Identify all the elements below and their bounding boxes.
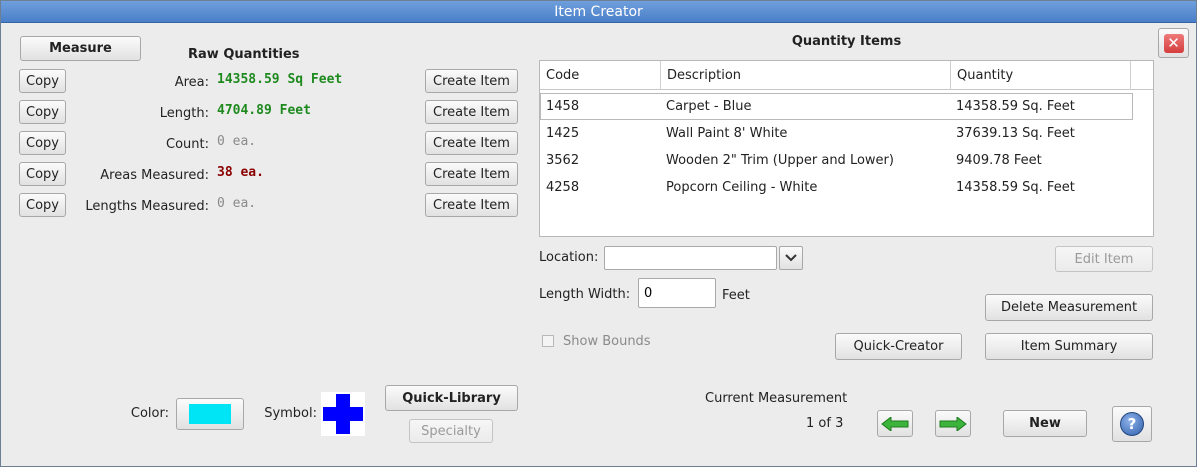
table-cell-code: 1425 bbox=[546, 126, 580, 141]
location-label: Location: bbox=[539, 250, 599, 265]
raw-quantity-label: Area: bbox=[174, 75, 209, 90]
table-row[interactable]: 3562 Wooden 2" Trim (Upper and Lower) 9409… bbox=[540, 147, 1153, 174]
table-cell-qty: 14358.59 Sq. Feet bbox=[956, 99, 1075, 114]
raw-quantity-value: 0 ea. bbox=[217, 134, 257, 149]
table-cell-code: 4258 bbox=[546, 180, 580, 195]
table-cell-desc: Wall Paint 8' White bbox=[666, 126, 788, 141]
table-header: Code Description Quantity bbox=[540, 61, 1153, 90]
length-width-label: Length Width: bbox=[539, 287, 631, 302]
quick-library-button[interactable]: Quick-Library bbox=[385, 385, 518, 411]
color-label: Color: bbox=[130, 406, 169, 421]
table-cell-desc: Carpet - Blue bbox=[666, 99, 752, 114]
item-creator-window: Item Creator ✕ Measure Raw Quantities Co… bbox=[0, 0, 1197, 467]
new-measurement-button[interactable]: New bbox=[1003, 410, 1087, 437]
specialty-button[interactable]: Specialty bbox=[409, 419, 493, 443]
color-swatch-button[interactable] bbox=[176, 398, 244, 430]
edit-item-button[interactable]: Edit Item bbox=[1055, 246, 1153, 272]
create-item-button[interactable]: Create Item bbox=[425, 69, 518, 93]
color-swatch bbox=[189, 404, 231, 424]
column-header-description[interactable]: Description bbox=[661, 61, 951, 90]
close-button[interactable]: ✕ bbox=[1158, 28, 1189, 58]
close-icon: ✕ bbox=[1163, 33, 1184, 53]
quick-creator-button[interactable]: Quick-Creator bbox=[835, 333, 962, 360]
quantity-items-table: Code Description Quantity 1458 Carpet - B… bbox=[539, 60, 1154, 237]
symbol-preview[interactable] bbox=[321, 392, 365, 436]
copy-button[interactable]: Copy bbox=[19, 162, 66, 186]
raw-quantities-title: Raw Quantities bbox=[188, 47, 300, 62]
create-item-button[interactable]: Create Item bbox=[425, 131, 518, 155]
table-cell-desc: Popcorn Ceiling - White bbox=[666, 180, 818, 195]
copy-button[interactable]: Copy bbox=[19, 193, 66, 217]
create-item-button[interactable]: Create Item bbox=[425, 100, 518, 124]
window-title: Item Creator bbox=[554, 4, 643, 20]
plus-symbol-icon bbox=[323, 394, 363, 434]
help-button[interactable]: ? bbox=[1112, 406, 1152, 442]
length-unit-label: Feet bbox=[722, 288, 750, 303]
copy-button[interactable]: Copy bbox=[19, 131, 66, 155]
current-measurement-label: Current Measurement bbox=[705, 391, 848, 406]
raw-quantity-value: 0 ea. bbox=[217, 196, 257, 211]
raw-quantity-label: Length: bbox=[159, 106, 209, 121]
chevron-down-icon bbox=[785, 254, 797, 262]
create-item-button[interactable]: Create Item bbox=[425, 162, 518, 186]
column-header-code[interactable]: Code bbox=[540, 61, 661, 90]
symbol-label: Symbol: bbox=[264, 406, 317, 421]
copy-button[interactable]: Copy bbox=[19, 100, 66, 124]
create-item-button[interactable]: Create Item bbox=[425, 193, 518, 217]
table-cell-code: 1458 bbox=[546, 99, 580, 114]
show-bounds-checkbox[interactable] bbox=[542, 335, 554, 347]
table-row[interactable]: 1425 Wall Paint 8' White 37639.13 Sq. Feet bbox=[540, 120, 1153, 147]
table-row[interactable]: 4258 Popcorn Ceiling - White 14358.59 Sq. … bbox=[540, 174, 1153, 201]
copy-button[interactable]: Copy bbox=[19, 69, 66, 93]
measure-button[interactable]: Measure bbox=[20, 36, 141, 61]
table-cell-qty: 37639.13 Sq. Feet bbox=[956, 126, 1075, 141]
raw-quantity-value: 4704.89 Feet bbox=[217, 103, 311, 118]
help-icon: ? bbox=[1120, 412, 1144, 436]
show-bounds-label: Show Bounds bbox=[563, 334, 651, 349]
length-width-input[interactable] bbox=[638, 278, 716, 308]
table-cell-qty: 14358.59 Sq. Feet bbox=[956, 180, 1075, 195]
raw-quantity-value: 14358.59 Sq Feet bbox=[217, 72, 343, 87]
raw-quantity-label: Count: bbox=[166, 137, 209, 152]
table-cell-qty: 9409.78 Feet bbox=[956, 153, 1042, 168]
location-input[interactable] bbox=[604, 246, 777, 270]
quantity-items-title: Quantity Items bbox=[791, 34, 902, 49]
column-header-quantity[interactable]: Quantity bbox=[951, 61, 1131, 90]
arrow-right-icon bbox=[939, 416, 967, 431]
measurement-index: 1 of 3 bbox=[806, 416, 844, 431]
table-row[interactable]: 1458 Carpet - Blue 14358.59 Sq. Feet bbox=[540, 93, 1133, 120]
raw-quantity-label: Lengths Measured: bbox=[85, 199, 209, 214]
item-summary-button[interactable]: Item Summary bbox=[985, 333, 1153, 360]
previous-measurement-button[interactable] bbox=[877, 410, 913, 437]
table-cell-desc: Wooden 2" Trim (Upper and Lower) bbox=[666, 153, 894, 168]
next-measurement-button[interactable] bbox=[935, 410, 971, 437]
window-titlebar: Item Creator bbox=[1, 1, 1196, 23]
location-dropdown-button[interactable] bbox=[779, 246, 803, 270]
raw-quantity-label: Areas Measured: bbox=[100, 168, 209, 183]
table-cell-code: 3562 bbox=[546, 153, 580, 168]
delete-measurement-button[interactable]: Delete Measurement bbox=[985, 294, 1153, 321]
arrow-left-icon bbox=[881, 416, 909, 431]
raw-quantity-value: 38 ea. bbox=[217, 165, 264, 180]
